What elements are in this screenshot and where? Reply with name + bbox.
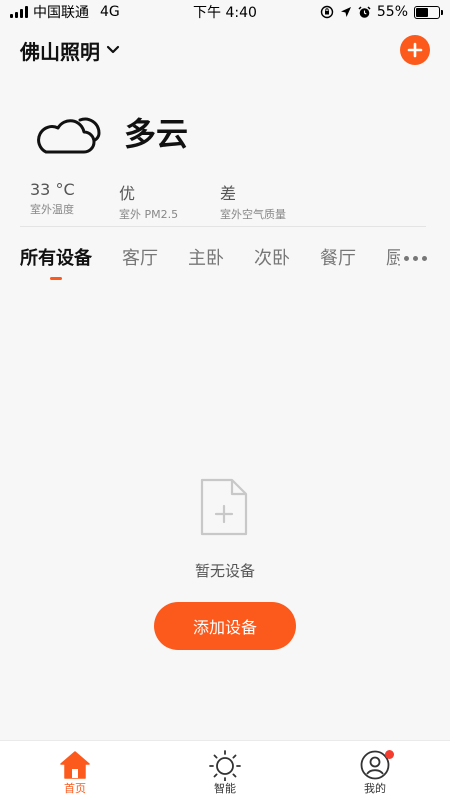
more-icon[interactable] [404,248,430,268]
status-bar: 中国联通 4G 下午 4:40 55% [0,0,450,24]
alarm-icon [358,5,371,18]
location-selector[interactable]: 佛山照明 [20,36,120,65]
tab-master-bedroom[interactable]: 主卧 [188,244,224,284]
nav-icon-wrap [209,748,241,782]
add-button[interactable] [400,35,430,65]
empty-state-text: 暂无设备 [194,562,255,580]
weather-summary: 多云 [32,106,188,158]
sun-icon [209,750,241,781]
home-icon [60,751,90,779]
nav-home[interactable]: 首页 [0,741,150,800]
notification-badge [385,750,394,759]
stat-value: 优 [119,184,136,203]
battery-icon [414,5,443,19]
battery-fill [416,7,429,17]
tab-kitchen[interactable]: 厨房 [386,244,400,284]
plus-icon [407,42,423,58]
weather-condition: 多云 [124,115,189,153]
orientation-lock-icon [320,5,334,19]
tab-second-bedroom[interactable]: 次卧 [254,244,290,284]
battery-percent: 55% [376,4,408,20]
room-tabs: 所有设备 客厅 主卧 次卧 餐厅 厨房 [20,244,400,284]
nav-profile[interactable]: 我的 [300,741,450,800]
nav-label: 我的 [364,782,386,795]
tab-dining-room[interactable]: 餐厅 [320,244,356,284]
stat-label: 室外温度 [30,203,74,216]
stat-label: 室外空气质量 [220,208,286,221]
tab-living-room[interactable]: 客厅 [122,244,158,284]
chevron-down-icon [106,45,120,54]
header: 佛山照明 [20,32,430,68]
nav-icon-wrap [360,748,394,782]
bottom-nav: 首页 智能 我的 [0,740,450,800]
nav-smart[interactable]: 智能 [150,741,300,800]
network-type: 4G [100,4,120,20]
stat-value: 33 °C [30,180,75,199]
stat-value: 差 [220,184,237,203]
location-arrow-icon [340,7,351,17]
stat-label: 室外 PM2.5 [119,208,179,221]
stat-pm25: 优 室外 PM2.5 [119,180,220,222]
nav-label: 首页 [64,782,86,795]
location-name: 佛山照明 [20,39,100,64]
empty-document-icon [200,478,248,536]
divider [20,226,426,227]
tab-all-devices[interactable]: 所有设备 [20,244,92,284]
weather-stats: 33 °C 室外温度 优 室外 PM2.5 差 室外空气质量 [30,180,286,222]
stat-air-quality: 差 室外空气质量 [220,180,286,222]
carrier-name: 中国联通 [33,5,89,21]
stat-temperature: 33 °C 室外温度 [30,180,119,222]
nav-icon-wrap [59,748,91,782]
status-left: 中国联通 4G [10,2,120,22]
signal-icon [10,6,28,18]
cloud-icon [37,117,101,154]
add-device-button[interactable]: 添加设备 [154,602,296,650]
status-right: 55% [320,4,443,20]
nav-label: 智能 [214,782,236,795]
